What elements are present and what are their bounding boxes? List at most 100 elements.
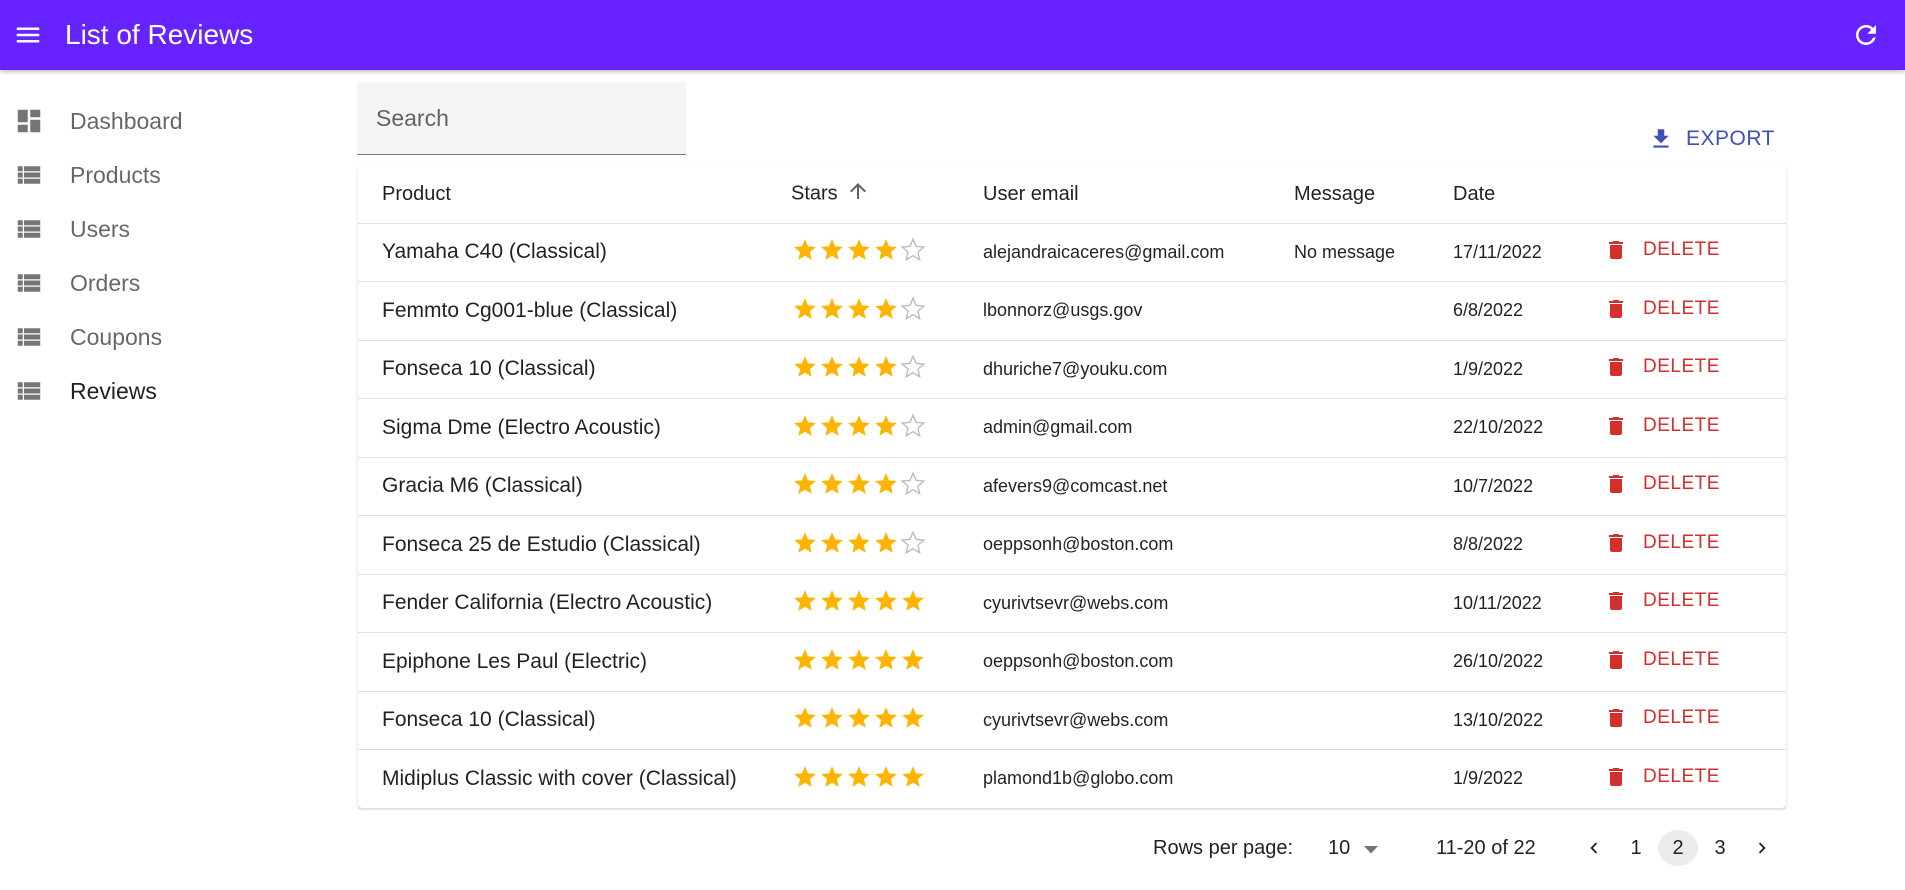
trash-icon (1603, 296, 1629, 322)
product-cell: Yamaha C40 (Classical) (358, 223, 791, 282)
table-row[interactable]: Fonseca 10 (Classical) dhuriche7@youku.co… (358, 340, 1786, 399)
star-filled-icon (791, 237, 818, 264)
delete-label: DELETE (1643, 297, 1720, 319)
date-cell: 8/8/2022 (1453, 515, 1603, 575)
delete-button[interactable]: DELETE (1603, 413, 1720, 439)
pagination-range: 11-20 of 22 (1436, 836, 1536, 859)
sidebar-item-coupons[interactable]: Coupons (0, 310, 330, 364)
delete-button[interactable]: DELETE (1603, 530, 1720, 556)
delete-button[interactable]: DELETE (1603, 471, 1720, 497)
delete-button[interactable]: DELETE (1603, 764, 1720, 790)
search-input[interactable] (376, 104, 686, 132)
export-button[interactable]: EXPORT (1646, 124, 1775, 154)
message-cell (1294, 574, 1453, 633)
product-cell: Sigma Dme (Electro Acoustic) (358, 398, 791, 458)
message-cell (1294, 457, 1453, 516)
star-filled-icon (845, 763, 872, 790)
star-rating (791, 763, 926, 790)
page-button-2[interactable]: 2 (1658, 830, 1698, 866)
caret-down-icon (1364, 837, 1379, 860)
list-icon (14, 322, 44, 352)
star-filled-icon (872, 646, 899, 673)
column-header-message[interactable]: Message (1294, 166, 1453, 224)
delete-button[interactable]: DELETE (1603, 647, 1720, 673)
sidebar-item-orders[interactable]: Orders (0, 256, 330, 310)
column-header-user-email[interactable]: User email (983, 166, 1294, 224)
table-row[interactable]: Fonseca 10 (Classical) cyurivtsevr@webs.c… (358, 691, 1786, 750)
message-cell (1294, 749, 1453, 809)
stars-cell (791, 340, 983, 399)
sidebar-item-products[interactable]: Products (0, 148, 330, 202)
list-icon (14, 268, 44, 298)
stars-cell (791, 457, 983, 516)
star-empty-icon (899, 237, 926, 264)
chevron-left-icon (1590, 842, 1598, 854)
star-filled-icon (791, 471, 818, 498)
export-label: EXPORT (1686, 127, 1775, 150)
star-rating (791, 588, 926, 615)
table-row[interactable]: Midiplus Classic with cover (Classical) p… (358, 749, 1786, 809)
delete-button[interactable]: DELETE (1603, 354, 1720, 380)
star-filled-icon (872, 295, 899, 322)
star-rating (791, 529, 926, 556)
email-cell: plamond1b@globo.com (983, 749, 1294, 809)
star-filled-icon (872, 412, 899, 439)
star-filled-icon (818, 588, 845, 615)
message-cell (1294, 632, 1453, 692)
star-filled-icon (791, 295, 818, 322)
column-header-stars[interactable]: Stars (791, 166, 983, 224)
page-button-1[interactable]: 1 (1616, 830, 1656, 866)
table-row[interactable]: Gracia M6 (Classical) afevers9@comcast.ne… (358, 457, 1786, 516)
actions-cell: DELETE (1603, 223, 1786, 282)
star-rating (791, 354, 926, 381)
delete-button[interactable]: DELETE (1603, 296, 1720, 322)
table-row[interactable]: Fender California (Electro Acoustic) cyur… (358, 574, 1786, 633)
star-filled-icon (845, 237, 872, 264)
rows-per-page-select[interactable]: 10 (1328, 830, 1379, 866)
delete-button[interactable]: DELETE (1603, 705, 1720, 731)
star-filled-icon (818, 295, 845, 322)
delete-label: DELETE (1643, 707, 1720, 729)
star-rating (791, 471, 926, 498)
download-icon (1646, 124, 1676, 154)
star-filled-icon (872, 763, 899, 790)
star-rating (791, 646, 926, 673)
trash-icon (1603, 413, 1629, 439)
star-filled-icon (872, 471, 899, 498)
table-row[interactable]: Fonseca 25 de Estudio (Classical) oeppson… (358, 515, 1786, 575)
star-filled-icon (818, 529, 845, 556)
hamburger-menu-icon[interactable] (13, 20, 43, 50)
sort-ascending-icon[interactable] (846, 179, 870, 209)
page-button-3[interactable]: 3 (1700, 830, 1740, 866)
table-row[interactable]: Yamaha C40 (Classical) alejandraicaceres@… (358, 223, 1786, 282)
previous-page-button[interactable] (1574, 830, 1614, 866)
trash-icon (1603, 471, 1629, 497)
star-filled-icon (845, 295, 872, 322)
column-header-product[interactable]: Product (358, 166, 791, 224)
reviews-table-card: Product Stars User email Message Date Ya… (358, 166, 1786, 809)
star-filled-icon (791, 412, 818, 439)
star-rating (791, 237, 926, 264)
table-row[interactable]: Epiphone Les Paul (Electric) oeppsonh@bos… (358, 632, 1786, 692)
star-filled-icon (845, 705, 872, 732)
star-filled-icon (845, 412, 872, 439)
sidebar-item-reviews[interactable]: Reviews (0, 364, 330, 418)
message-cell (1294, 691, 1453, 750)
sidebar-item-dashboard[interactable]: Dashboard (0, 94, 330, 148)
search-field[interactable] (357, 82, 686, 155)
refresh-icon[interactable] (1849, 18, 1883, 52)
product-cell: Fonseca 10 (Classical) (358, 340, 791, 399)
table-row[interactable]: Femmto Cg001-blue (Classical) lbonnorz@us… (358, 281, 1786, 341)
list-icon (14, 160, 44, 190)
next-page-button[interactable] (1742, 830, 1782, 866)
star-filled-icon (899, 588, 926, 615)
email-cell: admin@gmail.com (983, 398, 1294, 458)
dashboard-icon (14, 106, 44, 136)
sidebar-item-users[interactable]: Users (0, 202, 330, 256)
delete-button[interactable]: DELETE (1603, 237, 1720, 263)
column-header-date[interactable]: Date (1453, 166, 1603, 224)
trash-icon (1603, 354, 1629, 380)
table-row[interactable]: Sigma Dme (Electro Acoustic) admin@gmail.… (358, 398, 1786, 458)
date-cell: 1/9/2022 (1453, 749, 1603, 809)
delete-button[interactable]: DELETE (1603, 588, 1720, 614)
